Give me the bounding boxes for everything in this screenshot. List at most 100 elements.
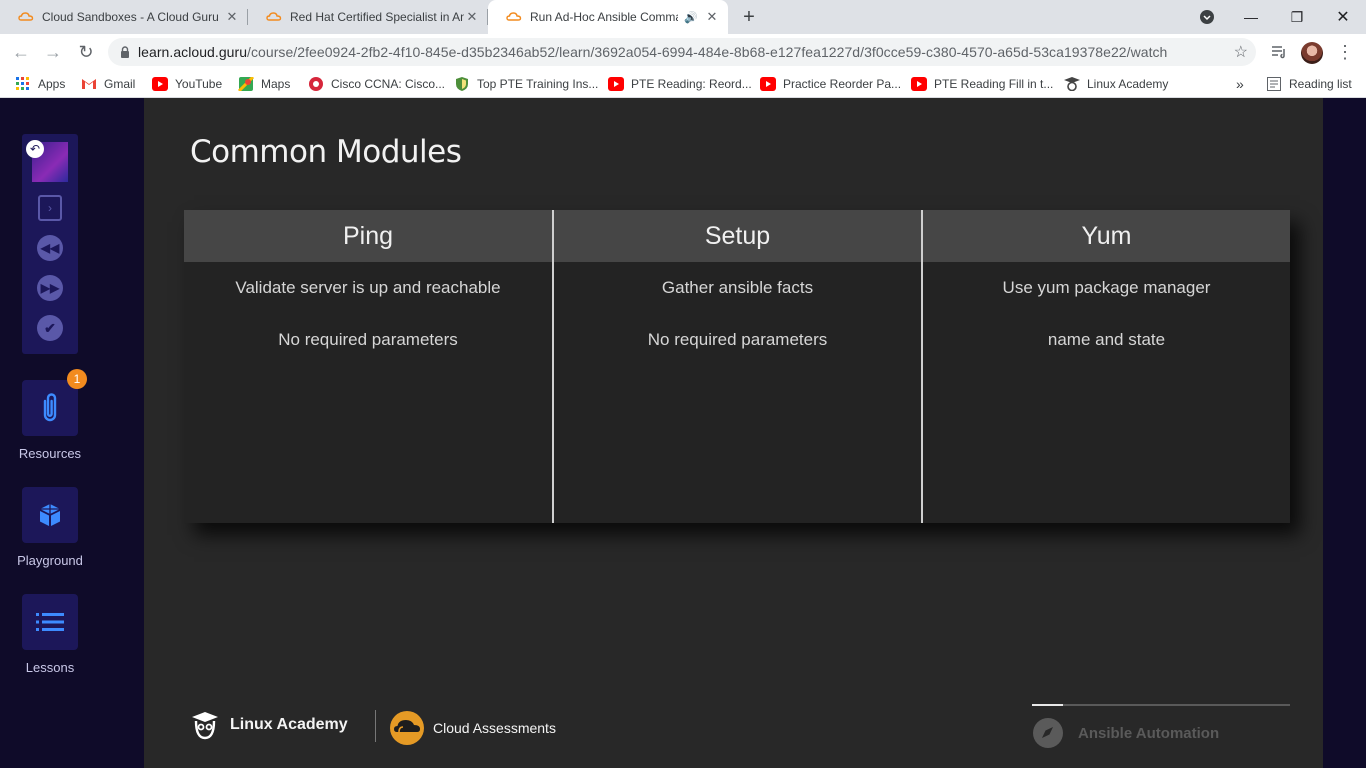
youtube-icon	[911, 77, 927, 91]
tab-title: Run Ad-Hoc Ansible Comma	[530, 10, 679, 24]
owl-graduation-icon	[192, 712, 218, 740]
lessons-label: Lessons	[25, 660, 75, 675]
tab-run-adhoc-ansible[interactable]: Run Ad-Hoc Ansible Comma 🔊 ✕	[488, 0, 728, 34]
shield-icon	[456, 77, 468, 91]
list-icon	[36, 613, 64, 631]
bookmark-label: Apps	[38, 77, 66, 91]
resources-button[interactable]	[22, 380, 78, 436]
slide-title: Common Modules	[190, 134, 462, 170]
lessons-button[interactable]	[22, 594, 78, 650]
audio-playing-icon[interactable]: 🔊	[684, 11, 698, 24]
previous-lesson-button[interactable]: ◀◀	[36, 234, 64, 262]
tab-title: Cloud Sandboxes - A Cloud Guru	[42, 10, 219, 24]
tab-title: Red Hat Certified Specialist in An	[290, 10, 464, 24]
column-line: Validate server is up and reachable	[235, 278, 501, 297]
media-control-icon[interactable]	[1267, 40, 1291, 64]
playground-button[interactable]	[22, 487, 78, 543]
course-controls-card: ↶ › ◀◀ ▶▶ ✔	[22, 134, 78, 354]
bookmark-pte-reading-fill[interactable]: PTE Reading Fill in t...	[911, 70, 1053, 98]
linux-academy-icon	[1064, 77, 1080, 91]
bookmark-top-pte[interactable]: Top PTE Training Ins...	[454, 70, 598, 98]
acloudguru-cloud-icon	[506, 12, 522, 21]
checkmark-icon: ✔	[37, 315, 63, 341]
new-tab-button[interactable]: +	[738, 6, 760, 28]
restore-button[interactable]: ❐	[1274, 0, 1320, 34]
back-button[interactable]: ←	[8, 39, 34, 65]
menu-kebab-icon[interactable]: ⋮	[1333, 40, 1357, 64]
paperclip-icon	[43, 393, 57, 422]
tab-cloud-sandboxes[interactable]: Cloud Sandboxes - A Cloud Guru ✕	[0, 0, 248, 34]
column-header: Yum	[923, 210, 1290, 262]
bookmark-gmail[interactable]: Gmail	[81, 70, 135, 98]
rewind-icon: ◀◀	[37, 235, 63, 261]
bookmarks-overflow-button[interactable]: »	[1236, 70, 1244, 98]
fast-forward-icon: ▶▶	[37, 275, 63, 301]
bookmark-label: Gmail	[104, 77, 136, 91]
close-icon[interactable]: ✕	[224, 9, 240, 25]
youtube-icon	[760, 77, 776, 91]
url-text: learn.acloud.guru/course/2fee0924-2fb2-4…	[138, 44, 1256, 60]
reading-list-label: Reading list	[1289, 77, 1352, 91]
forward-button[interactable]: →	[40, 39, 66, 65]
next-lesson-button[interactable]: ▶▶	[36, 274, 64, 302]
acloudguru-cloud-icon	[18, 12, 34, 21]
resources-label: Resources	[18, 446, 82, 461]
bookmark-label: Linux Academy	[1087, 77, 1169, 91]
cloud-assessments-text: Cloud Assessments	[433, 720, 556, 736]
close-icon[interactable]: ✕	[464, 9, 480, 25]
ansible-automation-brand: Ansible Automation	[1032, 717, 1219, 749]
bookmark-label: Top PTE Training Ins...	[477, 77, 599, 91]
bookmark-label: Practice Reorder Pa...	[783, 77, 902, 91]
playground-label: Playground	[17, 553, 83, 568]
acloudguru-cloud-icon	[266, 12, 282, 21]
reading-list-button[interactable]: Reading list	[1266, 70, 1352, 98]
right-margin	[1323, 98, 1366, 768]
browser-toolbar: ← → ↻ learn.acloud.guru/course/2fee0924-…	[0, 34, 1366, 70]
modules-table: Ping Validate server is up and reachable…	[184, 210, 1290, 523]
column-line: Gather ansible facts	[661, 278, 814, 297]
ansible-automation-text: Ansible Automation	[1078, 724, 1220, 742]
module-column-ping: Ping Validate server is up and reachable…	[184, 210, 552, 523]
bookmark-youtube[interactable]: YouTube	[152, 70, 222, 98]
tab-red-hat[interactable]: Red Hat Certified Specialist in An ✕	[248, 0, 488, 34]
video-player[interactable]: Common Modules Ping Validate server is u…	[144, 98, 1323, 768]
bookmark-label: PTE Reading Fill in t...	[934, 77, 1054, 91]
window-close-button[interactable]: ✕	[1320, 0, 1366, 34]
toggle-panel-button[interactable]: ›	[36, 194, 64, 222]
minimize-button[interactable]: —	[1228, 0, 1274, 34]
browser-tab-strip: Cloud Sandboxes - A Cloud Guru ✕ Red Hat…	[0, 0, 1366, 34]
reading-list-icon	[1267, 77, 1281, 91]
bookmark-star-icon[interactable]: ☆	[1234, 42, 1248, 62]
course-player: ↶ › ◀◀ ▶▶ ✔ 1 Resources Playground Lesso…	[0, 98, 1366, 768]
sidebar-toggle-icon: ›	[38, 195, 62, 221]
mark-complete-button[interactable]: ✔	[36, 314, 64, 342]
close-icon[interactable]: ✕	[704, 9, 720, 25]
url-host: learn.acloud.guru	[138, 44, 248, 60]
apps-grid-icon	[16, 77, 29, 90]
bookmark-linux-academy[interactable]: Linux Academy	[1064, 70, 1168, 98]
module-column-yum: Yum Use yum package manager name and sta…	[923, 210, 1290, 523]
compass-icon	[1033, 718, 1063, 748]
column-header: Ping	[184, 210, 552, 262]
youtube-icon	[152, 77, 168, 91]
course-sidebar: ↶ › ◀◀ ▶▶ ✔ 1 Resources Playground Lesso…	[0, 98, 100, 768]
section-progress-track	[1032, 704, 1290, 706]
maps-icon	[238, 77, 254, 91]
back-arrow-icon[interactable]: ↶	[26, 140, 44, 158]
module-column-setup: Setup Gather ansible facts No required p…	[554, 210, 921, 523]
gmail-icon	[82, 79, 96, 89]
address-bar[interactable]: learn.acloud.guru/course/2fee0924-2fb2-4…	[108, 38, 1256, 66]
cloud-assessments-brand: Cloud Assessments	[389, 710, 556, 746]
tab-search-icon[interactable]	[1184, 0, 1230, 34]
column-line: No required parameters	[647, 330, 828, 349]
youtube-icon	[608, 77, 624, 91]
bookmark-cisco[interactable]: Cisco CCNA: Cisco...	[308, 70, 445, 98]
reload-button[interactable]: ↻	[73, 39, 99, 65]
bookmark-apps[interactable]: Apps	[15, 70, 65, 98]
bookmark-label: PTE Reading: Reord...	[631, 77, 752, 91]
bookmark-maps[interactable]: Maps	[238, 70, 290, 98]
bookmark-practice-reorder[interactable]: Practice Reorder Pa...	[760, 70, 901, 98]
profile-avatar[interactable]	[1301, 42, 1323, 64]
bookmark-pte-reading-reorder[interactable]: PTE Reading: Reord...	[608, 70, 752, 98]
bookmark-label: Maps	[261, 77, 291, 91]
